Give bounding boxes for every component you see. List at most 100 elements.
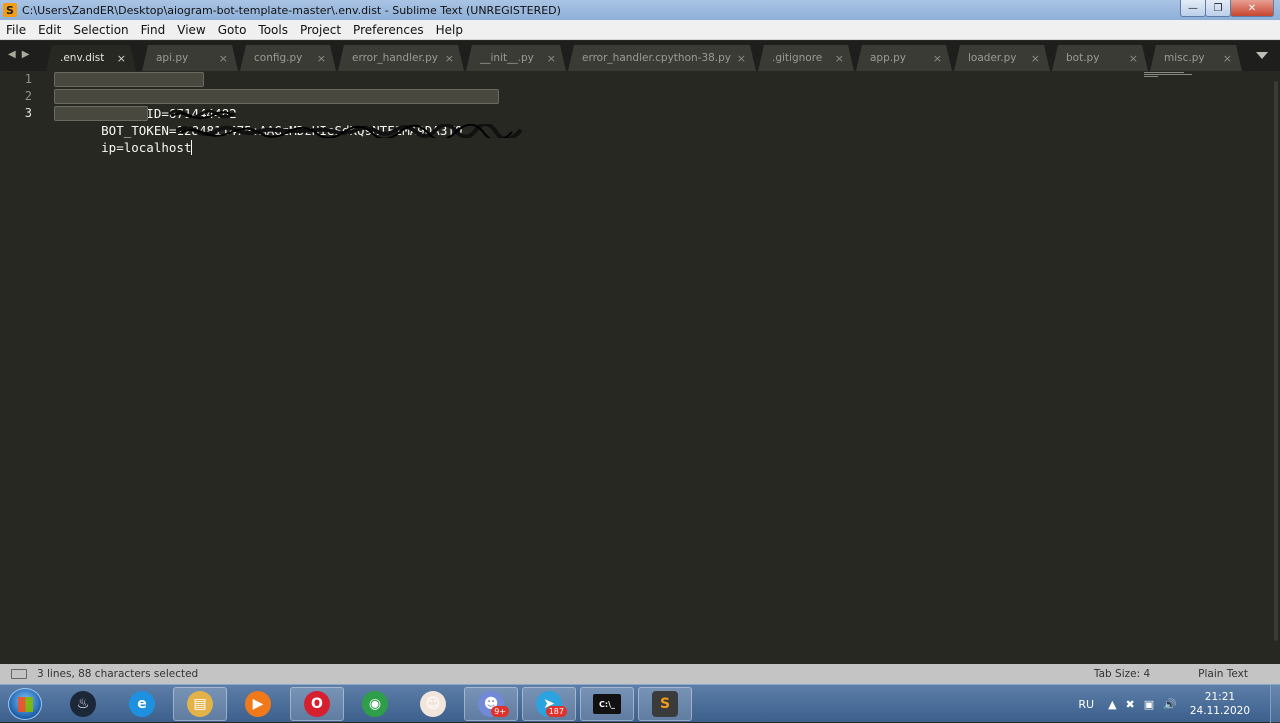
network-icon[interactable]: ▣ — [1144, 698, 1154, 711]
tab-loader-py[interactable]: loader.py × — [954, 45, 1050, 71]
menu-view[interactable]: View — [171, 20, 211, 40]
tab-error-handler-pyc[interactable]: error_handler.cpython-38.pyc × — [568, 45, 756, 71]
opera-icon: O — [304, 691, 330, 717]
close-icon[interactable]: × — [547, 52, 556, 65]
media-player-icon: ▶ — [245, 691, 271, 717]
line-number: 3 — [24, 106, 32, 120]
tab-label: misc.py — [1164, 52, 1205, 64]
close-icon[interactable]: × — [1031, 52, 1040, 65]
taskbar-opera[interactable]: O — [290, 687, 344, 721]
menu-project[interactable]: Project — [294, 20, 347, 40]
taskbar-cmd[interactable]: C:\_ — [580, 687, 634, 721]
editor-area[interactable]: 1 2 3 ADMIN_ID=671444482 BOT_TOKEN=12848… — [0, 71, 1280, 664]
menu-file[interactable]: File — [0, 20, 32, 40]
clock-time: 21:21 — [1204, 691, 1236, 703]
code-key: BOT_TOKEN= — [101, 123, 177, 138]
close-icon[interactable]: × — [117, 52, 126, 65]
selection-highlight — [54, 106, 148, 121]
line-number: 1 — [24, 72, 32, 86]
notification-badge: 9+ — [491, 706, 509, 717]
anime-avatar-icon: ☺ — [420, 691, 446, 717]
tab-bot-py[interactable]: bot.py × — [1052, 45, 1148, 71]
close-icon[interactable]: × — [1223, 52, 1232, 65]
tab-error-handler-py[interactable]: error_handler.py × — [338, 45, 464, 71]
tab-label: error_handler.py — [352, 52, 439, 64]
minimize-button[interactable]: — — [1180, 0, 1206, 17]
tab-env-dist[interactable]: .env.dist × — [46, 45, 136, 71]
chevron-right-icon[interactable]: ▶ — [22, 49, 30, 60]
tab-nav: ◀ ▶ — [8, 49, 29, 60]
close-button[interactable]: ✕ — [1230, 0, 1274, 17]
menu-edit[interactable]: Edit — [32, 20, 67, 40]
selection-highlight — [54, 89, 499, 104]
tab-label: __init__.py — [480, 52, 534, 64]
tab-app-py[interactable]: app.py × — [856, 45, 952, 71]
action-center-icon[interactable]: ✖ — [1126, 698, 1135, 711]
tab-init-py[interactable]: __init__.py × — [466, 45, 566, 71]
tab-list-dropdown-icon[interactable] — [1256, 52, 1268, 59]
menu-find[interactable]: Find — [135, 20, 172, 40]
command-prompt-icon: C:\_ — [593, 694, 621, 714]
close-icon[interactable]: × — [317, 52, 326, 65]
minimap[interactable] — [1144, 72, 1192, 77]
taskbar-chrome[interactable]: ◉ — [348, 687, 402, 721]
syntax-indicator[interactable]: Plain Text — [1198, 668, 1248, 680]
taskbar-discord[interactable]: ☻ 9+ — [464, 687, 518, 721]
close-icon[interactable]: × — [445, 52, 454, 65]
sublime-text-icon: S — [652, 691, 678, 717]
taskbar-anime-app[interactable]: ☺ — [406, 687, 460, 721]
menu-tools[interactable]: Tools — [252, 20, 294, 40]
menu-preferences[interactable]: Preferences — [347, 20, 430, 40]
tab-config-py[interactable]: config.py × — [240, 45, 336, 71]
taskbar-internet-explorer[interactable]: e — [115, 687, 169, 721]
start-button[interactable] — [8, 688, 42, 720]
internet-explorer-icon: e — [129, 691, 155, 717]
clock-date: 24.11.2020 — [1189, 705, 1250, 717]
clock[interactable]: 21:21 24.11.2020 — [1190, 690, 1250, 718]
close-icon[interactable]: × — [1129, 52, 1138, 65]
menu-selection[interactable]: Selection — [67, 20, 134, 40]
taskbar-media-player[interactable]: ▶ — [231, 687, 285, 721]
maximize-button[interactable]: ❐ — [1205, 0, 1231, 17]
tab-label: .gitignore — [772, 52, 823, 64]
close-icon[interactable]: × — [737, 52, 746, 65]
tab-misc-py[interactable]: misc.py × — [1150, 45, 1242, 71]
status-right: Tab Size: 4 Plain Text — [1094, 668, 1248, 680]
text-cursor — [191, 140, 193, 155]
menu-goto[interactable]: Goto — [212, 20, 253, 40]
tab-label: app.py — [870, 52, 906, 64]
menu-bar: File Edit Selection Find View Goto Tools… — [0, 20, 1280, 40]
taskbar-telegram[interactable]: ➤ 187 — [522, 687, 576, 721]
tab-size-indicator[interactable]: Tab Size: 4 — [1094, 668, 1150, 680]
tab-label: api.py — [156, 52, 189, 64]
language-indicator[interactable]: RU — [1078, 698, 1094, 711]
show-desktop-button[interactable] — [1270, 685, 1280, 723]
panel-toggle-icon[interactable] — [11, 669, 27, 679]
tab-gitignore[interactable]: .gitignore × — [758, 45, 854, 71]
taskbar-sublime-text[interactable]: S — [638, 687, 692, 721]
tab-label: .env.dist — [60, 52, 105, 64]
menu-help[interactable]: Help — [430, 20, 469, 40]
show-hidden-icons-icon[interactable]: ▲ — [1108, 698, 1116, 711]
line-number: 2 — [24, 89, 32, 103]
vertical-scrollbar[interactable] — [1274, 81, 1278, 641]
status-bar: 3 lines, 88 characters selected Tab Size… — [0, 664, 1280, 684]
folder-icon: ▤ — [187, 691, 213, 717]
code-line-2: BOT_TOKEN=1284811475:AAGzMDzHIeSdKQ9NTF1… — [54, 88, 534, 138]
code-line-1: ADMIN_ID=671444482 — [54, 71, 534, 121]
tab-bar: ◀ ▶ .env.dist × api.py × config.py × err… — [0, 41, 1280, 71]
selection-status: 3 lines, 88 characters selected — [37, 668, 199, 680]
close-icon[interactable]: × — [835, 52, 844, 65]
taskbar-file-explorer[interactable]: ▤ — [173, 687, 227, 721]
tab-label: config.py — [254, 52, 303, 64]
close-icon[interactable]: × — [933, 52, 942, 65]
chevron-left-icon[interactable]: ◀ — [8, 49, 16, 60]
tab-label: error_handler.cpython-38.pyc — [582, 52, 731, 64]
taskbar-steam[interactable]: ♨ — [56, 687, 110, 721]
code-text[interactable]: ADMIN_ID=671444482 BOT_TOKEN=1284811475:… — [54, 71, 534, 155]
chrome-icon: ◉ — [362, 691, 388, 717]
volume-icon[interactable]: 🔊 — [1163, 698, 1177, 711]
tab-api-py[interactable]: api.py × — [142, 45, 238, 71]
close-icon[interactable]: × — [219, 52, 228, 65]
window-controls: — ❐ ✕ — [1180, 0, 1274, 17]
